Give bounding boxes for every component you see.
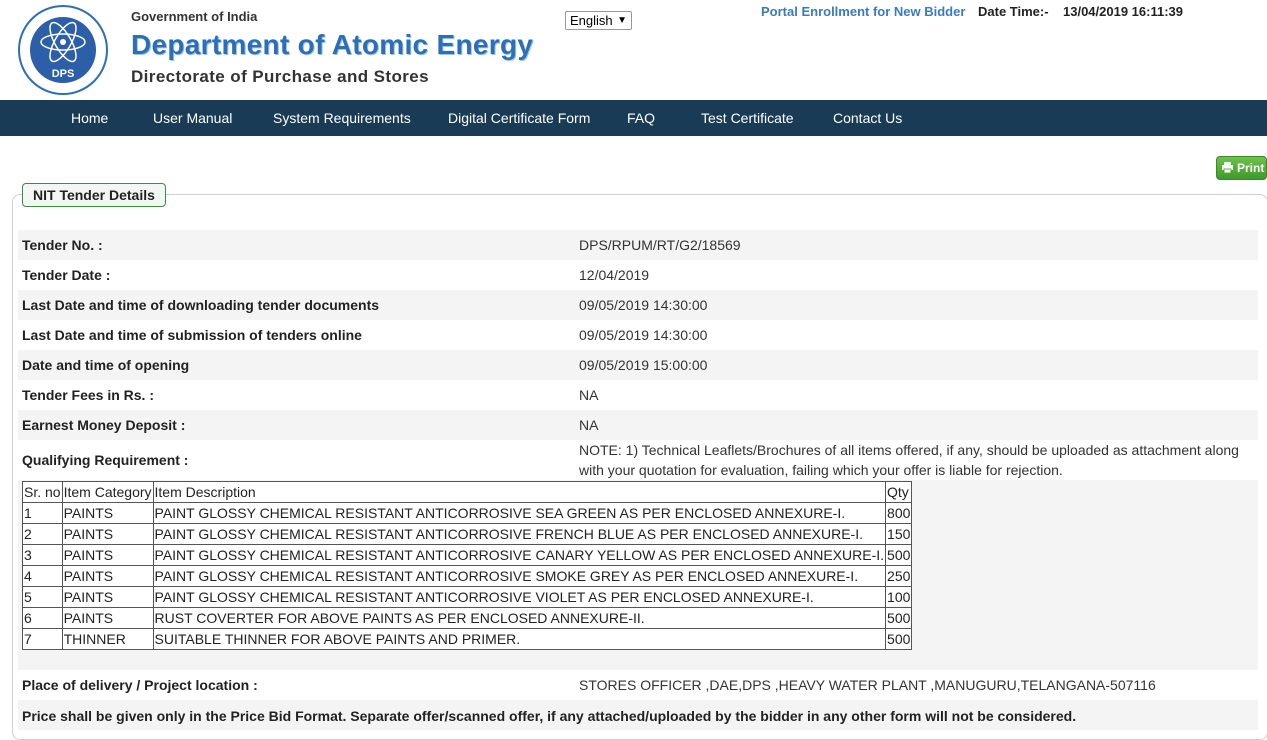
table-cell: 150 bbox=[885, 523, 913, 545]
print-button[interactable]: Print bbox=[1216, 156, 1267, 180]
table-cell: 100 bbox=[885, 586, 913, 608]
logo-text: DPS bbox=[52, 68, 75, 80]
detail-label: Tender Fees in Rs. : bbox=[22, 387, 154, 403]
table-cell: 1 bbox=[22, 502, 63, 524]
table-cell: 500 bbox=[885, 607, 913, 629]
delivery-value: STORES OFFICER ,DAE,DPS ,HEAVY WATER PLA… bbox=[579, 677, 1156, 693]
table-cell: PAINTS bbox=[61, 586, 154, 608]
column-header: Sr. no bbox=[22, 481, 63, 503]
table-cell: 6 bbox=[22, 607, 63, 629]
table-cell: RUST COVERTER FOR ABOVE PAINTS AS PER EN… bbox=[152, 607, 887, 629]
qualifying-label: Qualifying Requirement : bbox=[22, 452, 189, 468]
dps-logo: DPS bbox=[18, 5, 108, 95]
detail-label: Last Date and time of submission of tend… bbox=[22, 327, 362, 343]
table-cell: PAINTS bbox=[61, 523, 154, 545]
table-cell: PAINT GLOSSY CHEMICAL RESISTANT ANTICORR… bbox=[152, 502, 887, 524]
delivery-row: Place of delivery / Project location : S… bbox=[18, 670, 1258, 700]
detail-value: 09/05/2019 15:00:00 bbox=[579, 357, 708, 373]
table-cell: PAINT GLOSSY CHEMICAL RESISTANT ANTICORR… bbox=[152, 523, 887, 545]
nav-digital-certificate-form[interactable]: Digital Certificate Form bbox=[448, 100, 590, 136]
table-cell: PAINTS bbox=[61, 544, 154, 566]
detail-row-tender-date: Tender Date : 12/04/2019 bbox=[18, 260, 1258, 290]
detail-label: Last Date and time of downloading tender… bbox=[22, 297, 380, 313]
detail-label: Tender No. : bbox=[22, 237, 103, 253]
table-cell: PAINT GLOSSY CHEMICAL RESISTANT ANTICORR… bbox=[152, 586, 887, 608]
printer-icon bbox=[1222, 162, 1233, 173]
detail-row-submission-date: Last Date and time of submission of tend… bbox=[18, 320, 1258, 350]
portal-enrollment-link[interactable]: Portal Enrollment for New Bidder bbox=[761, 4, 965, 19]
detail-label: Tender Date : bbox=[22, 267, 111, 283]
table-cell: PAINT GLOSSY CHEMICAL RESISTANT ANTICORR… bbox=[152, 565, 887, 587]
table-cell: 500 bbox=[885, 628, 913, 650]
table-cell: PAINT GLOSSY CHEMICAL RESISTANT ANTICORR… bbox=[152, 544, 887, 566]
detail-value: 09/05/2019 14:30:00 bbox=[579, 327, 708, 343]
table-cell: THINNER bbox=[61, 628, 154, 650]
nav-test-certificate[interactable]: Test Certificate bbox=[701, 100, 794, 136]
print-label: Print bbox=[1237, 161, 1265, 175]
detail-value: NA bbox=[579, 417, 599, 433]
table-cell: 800 bbox=[885, 502, 913, 524]
main-nav: Home User Manual System Requirements Dig… bbox=[0, 100, 1267, 136]
table-header-row: Sr. no Item Category Item Description Qt… bbox=[22, 481, 913, 503]
nav-system-requirements[interactable]: System Requirements bbox=[273, 100, 411, 136]
detail-label: Earnest Money Deposit : bbox=[22, 417, 186, 433]
table-row: 7 THINNER SUITABLE THINNER FOR ABOVE PAI… bbox=[22, 628, 913, 650]
nav-faq[interactable]: FAQ bbox=[627, 100, 655, 136]
table-row: 4 PAINTS PAINT GLOSSY CHEMICAL RESISTANT… bbox=[22, 565, 913, 587]
table-row: 2 PAINTS PAINT GLOSSY CHEMICAL RESISTANT… bbox=[22, 523, 913, 545]
language-select[interactable]: English ▼ bbox=[565, 11, 632, 30]
directorate-title: Directorate of Purchase and Stores bbox=[131, 67, 429, 86]
column-header: Qty bbox=[885, 481, 913, 503]
chevron-down-icon: ▼ bbox=[617, 15, 627, 26]
detail-row-opening-date: Date and time of opening 09/05/2019 15:0… bbox=[18, 350, 1258, 380]
table-cell: 3 bbox=[22, 544, 63, 566]
detail-value: NA bbox=[579, 387, 599, 403]
column-header: Item Description bbox=[152, 481, 887, 503]
qualifying-note: NOTE: 1) Technical Leaflets/Brochures of… bbox=[579, 442, 1239, 478]
datetime-label: Date Time:- bbox=[978, 4, 1049, 19]
table-row: 6 PAINTS RUST COVERTER FOR ABOVE PAINTS … bbox=[22, 607, 913, 629]
table-cell: 2 bbox=[22, 523, 63, 545]
table-cell: PAINTS bbox=[61, 502, 154, 524]
column-header: Item Category bbox=[61, 481, 154, 503]
detail-row-download-date: Last Date and time of downloading tender… bbox=[18, 290, 1258, 320]
table-cell: 4 bbox=[22, 565, 63, 587]
table-cell: PAINTS bbox=[61, 565, 154, 587]
table-cell: 500 bbox=[885, 544, 913, 566]
detail-label: Date and time of opening bbox=[22, 357, 190, 373]
detail-value: DPS/RPUM/RT/G2/18569 bbox=[579, 237, 741, 253]
delivery-label: Place of delivery / Project location : bbox=[22, 677, 258, 693]
datetime-value: 13/04/2019 16:11:39 bbox=[1063, 4, 1183, 19]
language-value: English bbox=[570, 13, 613, 28]
detail-row-emd: Earnest Money Deposit : NA bbox=[18, 410, 1258, 440]
detail-value: 09/05/2019 14:30:00 bbox=[579, 297, 708, 313]
table-row: 1 PAINTS PAINT GLOSSY CHEMICAL RESISTANT… bbox=[22, 502, 913, 524]
nav-contact-us[interactable]: Contact Us bbox=[833, 100, 902, 136]
department-title: Department of Atomic Energy bbox=[131, 29, 534, 60]
nav-home[interactable]: Home bbox=[71, 100, 108, 136]
price-note: Price shall be given only in the Price B… bbox=[22, 708, 1077, 724]
gov-label: Government of India bbox=[131, 9, 258, 24]
table-row: 5 PAINTS PAINT GLOSSY CHEMICAL RESISTANT… bbox=[22, 586, 913, 608]
panel-title: NIT Tender Details bbox=[22, 183, 166, 207]
table-row: 3 PAINTS PAINT GLOSSY CHEMICAL RESISTANT… bbox=[22, 544, 913, 566]
detail-row-tender-no: Tender No. : DPS/RPUM/RT/G2/18569 bbox=[18, 230, 1258, 260]
site-header: DPS Government of India Department of At… bbox=[0, 0, 1267, 100]
detail-row-tender-fees: Tender Fees in Rs. : NA bbox=[18, 380, 1258, 410]
detail-value: 12/04/2019 bbox=[579, 267, 650, 283]
table-cell: 250 bbox=[885, 565, 913, 587]
table-cell: SUITABLE THINNER FOR ABOVE PAINTS AND PR… bbox=[152, 628, 887, 650]
items-table: Sr. no Item Category Item Description Qt… bbox=[22, 481, 913, 650]
table-cell: PAINTS bbox=[61, 607, 154, 629]
nav-user-manual[interactable]: User Manual bbox=[153, 100, 232, 136]
table-cell: 7 bbox=[22, 628, 63, 650]
table-cell: 5 bbox=[22, 586, 63, 608]
